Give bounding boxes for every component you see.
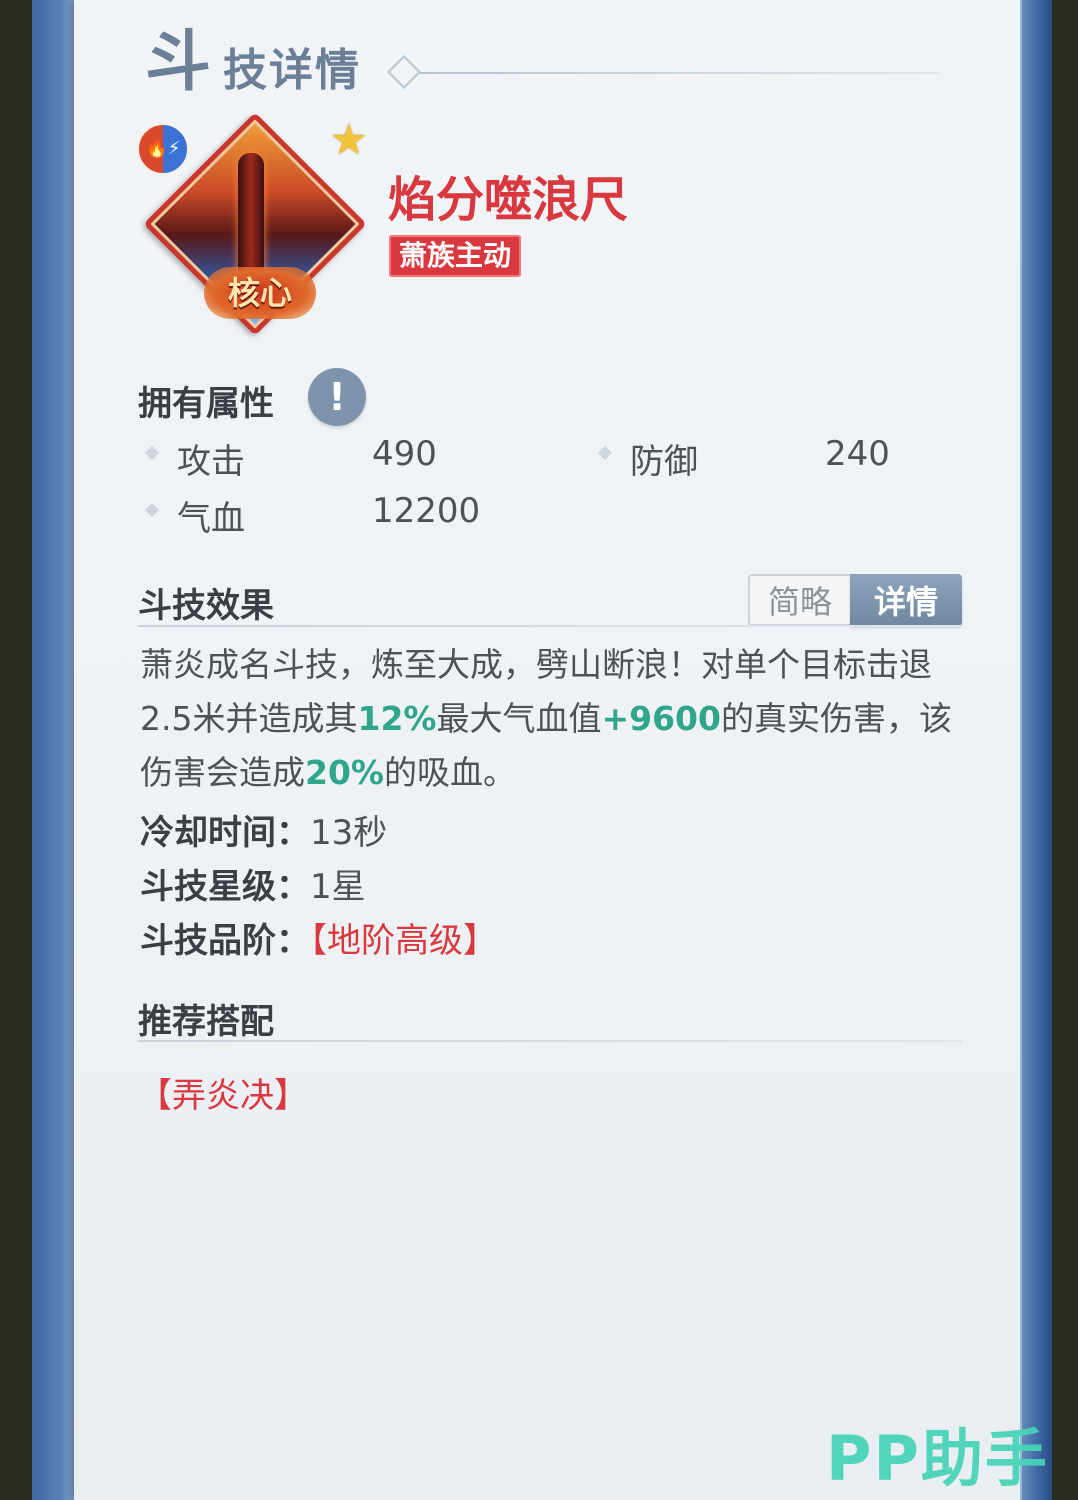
- cooldown-value: 13秒: [310, 813, 388, 853]
- effect-divider: [138, 625, 962, 627]
- attributes-section-title: 拥有属性: [138, 384, 274, 424]
- attribute-label-attack: 攻击: [144, 434, 245, 483]
- core-badge: 核心: [204, 267, 316, 319]
- watermark-logo: PP助手: [826, 1422, 1049, 1495]
- attribute-label-defense: 防御: [597, 434, 698, 483]
- recommend-section-title: 推荐搭配: [138, 1002, 274, 1042]
- fire-lightning-element-icon: 🔥⚡: [137, 123, 189, 175]
- title-underline: [420, 72, 940, 74]
- tab-brief[interactable]: 简略: [748, 574, 850, 626]
- effect-highlight-lifesteal: 20%: [305, 753, 384, 792]
- recommend-divider: [138, 1040, 962, 1042]
- star-icon: ★: [330, 115, 368, 164]
- recommended-skill-link[interactable]: 【弄炎决】: [138, 1068, 308, 1117]
- attribute-label-hp: 气血: [144, 491, 245, 540]
- frame-right-edge: [1020, 0, 1052, 1500]
- page-title-first-char: 斗: [145, 22, 211, 100]
- page-title-rest: 技详情: [223, 45, 361, 96]
- effect-highlight-percent: 12%: [357, 699, 437, 738]
- skill-grade-value: 【地阶高级】: [310, 921, 497, 961]
- frame-left-edge: [32, 0, 80, 1500]
- effect-description: 萧炎成名斗技，炼至大成，劈山断浪！对单个目标击退2.5米并造成其12%最大气血值…: [140, 645, 952, 792]
- skill-grade-row: 斗技品阶：【地阶高级】: [140, 921, 497, 961]
- attribute-value-attack: 490: [372, 434, 437, 474]
- effect-highlight-flat: +9600: [601, 699, 721, 738]
- attribute-value-defense: 240: [825, 434, 890, 474]
- skill-type-tag: 萧族主动: [389, 235, 522, 277]
- skill-star-value: 1星: [310, 867, 366, 907]
- attribute-value-hp: 12200: [372, 491, 481, 531]
- cooldown-row: 冷却时间：13秒: [140, 813, 388, 853]
- tab-detail[interactable]: 详情: [850, 574, 962, 626]
- effect-view-toggle: 简略 详情: [748, 574, 962, 626]
- skill-icon-area: 🔥⚡ ★ 核心: [134, 112, 384, 336]
- attribute-info-button[interactable]: !: [308, 368, 366, 426]
- effect-section-title: 斗技效果: [138, 586, 274, 626]
- skill-name: 焰分噬浪尺: [388, 172, 629, 228]
- skill-star-row: 斗技星级：1星: [140, 867, 366, 907]
